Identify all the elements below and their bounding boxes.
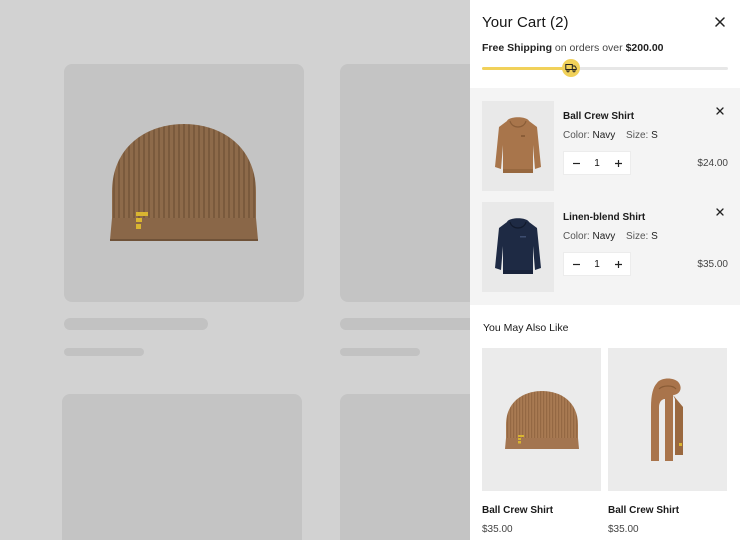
recommendation-name[interactable]: Ball Crew Shirt: [482, 505, 601, 516]
quantity-stepper: 1: [563, 151, 631, 175]
item-attributes: Color: Navy Size: S: [563, 130, 658, 141]
free-shipping-text: on orders over: [552, 42, 626, 54]
skeleton-line: [340, 318, 470, 330]
cart-header: Your Cart (2): [482, 12, 728, 32]
shipping-progress-bar: [482, 59, 728, 77]
free-shipping-message: Free Shipping on orders over $200.00: [482, 42, 664, 54]
background-page: [0, 0, 470, 540]
size-value: S: [651, 130, 658, 141]
item-name[interactable]: Ball Crew Shirt: [563, 111, 634, 122]
recommendation-card[interactable]: Ball Crew Shirt $35.00: [482, 348, 601, 535]
size-label: Size:: [626, 130, 649, 141]
color-label: Color:: [563, 130, 590, 141]
product-card-image[interactable]: [62, 394, 302, 540]
product-card-image[interactable]: [340, 64, 470, 302]
recommendation-card[interactable]: Ball Crew Shirt $35.00: [608, 348, 727, 535]
recommendations-title: You May Also Like: [483, 322, 569, 334]
free-shipping-label: Free Shipping: [482, 42, 553, 54]
quantity-value[interactable]: 1: [594, 259, 600, 270]
cart-item: Linen-blend Shirt Color: Navy Size: S 1 …: [482, 202, 728, 292]
recommendation-image[interactable]: [482, 348, 601, 491]
cart-title: Your Cart (2): [482, 13, 569, 31]
skeleton-line: [64, 348, 144, 356]
minus-icon[interactable]: [570, 157, 582, 169]
size-label: Size:: [626, 231, 649, 242]
cart-item: Ball Crew Shirt Color: Navy Size: S 1 $2…: [482, 101, 728, 191]
remove-item-icon[interactable]: [714, 206, 726, 218]
plus-icon[interactable]: [612, 258, 624, 270]
size-value: S: [651, 231, 658, 242]
quantity-stepper: 1: [563, 252, 631, 276]
plus-icon[interactable]: [612, 157, 624, 169]
item-name[interactable]: Linen-blend Shirt: [563, 212, 645, 223]
recommendation-image[interactable]: [608, 348, 727, 491]
item-price: $35.00: [697, 259, 728, 270]
cart-drawer: Your Cart (2) Free Shipping on orders ov…: [470, 0, 740, 540]
item-image[interactable]: [482, 202, 554, 292]
truck-icon: [561, 59, 580, 77]
color-value: Navy: [592, 231, 616, 242]
color-value: Navy: [592, 130, 616, 141]
remove-item-icon[interactable]: [714, 105, 726, 117]
beanie-image: [108, 122, 260, 249]
product-card-image[interactable]: [340, 394, 470, 540]
color-label: Color:: [563, 231, 590, 242]
skeleton-line: [340, 348, 420, 356]
item-image[interactable]: [482, 101, 554, 191]
item-attributes: Color: Navy Size: S: [563, 231, 658, 242]
minus-icon[interactable]: [570, 258, 582, 270]
quantity-value[interactable]: 1: [594, 158, 600, 169]
cart-items-list: Ball Crew Shirt Color: Navy Size: S 1 $2…: [470, 88, 740, 305]
free-shipping-threshold: $200.00: [625, 42, 664, 54]
recommendation-price: $35.00: [608, 524, 639, 535]
close-icon[interactable]: [712, 14, 728, 30]
product-card-image[interactable]: [64, 64, 304, 302]
item-price: $24.00: [697, 158, 728, 169]
shipping-progress-fill: [482, 67, 571, 70]
recommendation-price: $35.00: [482, 524, 513, 535]
recommendation-name[interactable]: Ball Crew Shirt: [608, 505, 727, 516]
skeleton-line: [64, 318, 208, 330]
